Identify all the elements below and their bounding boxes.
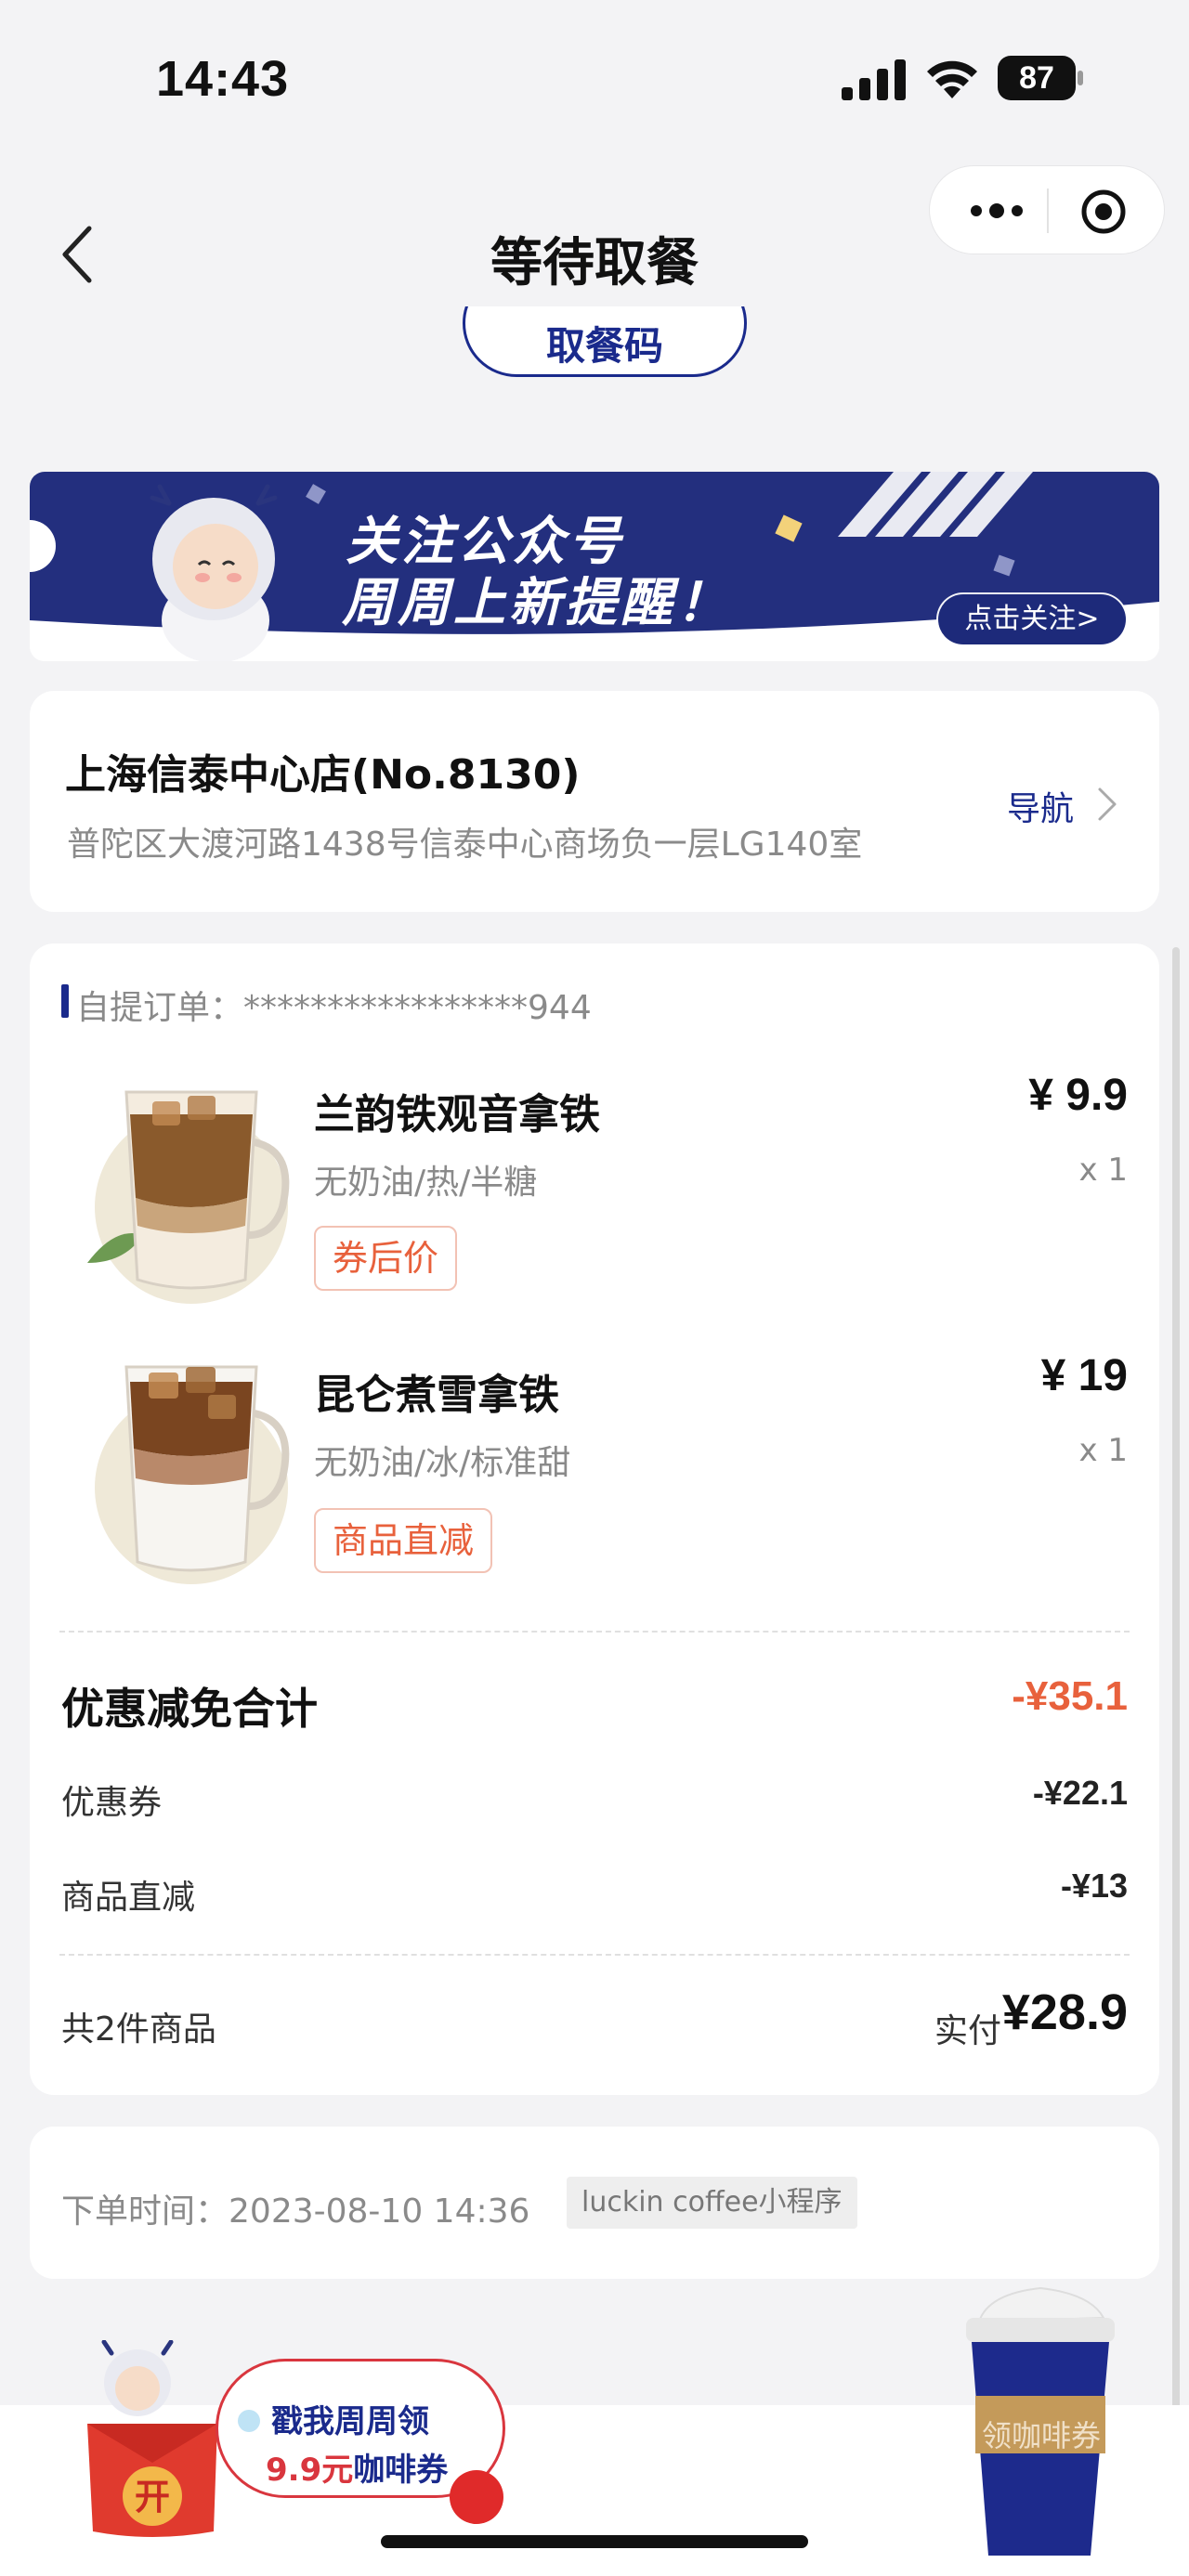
scrollbar[interactable] [1172, 947, 1180, 2433]
item-spec: 无奶油/冰/标准甜 [314, 1444, 571, 1482]
order-number: *****************944 [243, 989, 592, 1027]
divider [59, 1954, 1130, 1956]
discount-total-label: 优惠减免合计 [61, 1684, 318, 1734]
discount-label: 商品直减 [61, 1879, 196, 1917]
promo-dot [238, 2410, 260, 2432]
pickup-code-button-wrapper: 取餐码 [463, 306, 747, 381]
paid-label: 实付 [934, 2012, 1001, 2050]
paid-amount: ¥28.9 [1001, 1984, 1128, 2040]
item-count: 共2件商品 [61, 2010, 216, 2049]
item-tag: 券后价 [314, 1226, 458, 1291]
store-card [30, 691, 1159, 912]
discount-total-value: -¥35.1 [1012, 1673, 1128, 1719]
deer-mascot-icon [141, 484, 290, 661]
wifi-icon [927, 60, 977, 98]
follow-account-banner[interactable]: 关注公众号 周周上新提醒！ 点击关注> [30, 472, 1159, 661]
battery-level: 87 [1019, 60, 1054, 96]
order-source-badge: luckin coffee小程序 [567, 2177, 857, 2229]
more-icon[interactable] [967, 194, 1026, 228]
promo-headline: 戳我周周领 [271, 2403, 429, 2440]
cellular-signal-icon [842, 59, 906, 100]
promo-offer-rest: 咖啡券 [353, 2452, 449, 2489]
navigation-link[interactable]: 导航 [1007, 782, 1074, 830]
chevron-right-icon[interactable] [1096, 786, 1118, 823]
envelope-char: 开 [135, 2477, 170, 2517]
promo-offer: 9.9元咖啡券 [266, 2444, 448, 2490]
item-spec: 无奶油/热/半糖 [314, 1164, 538, 1202]
store-name: 上海信泰中心店(No.8130) [65, 751, 581, 799]
order-time-value: 2023-08-10 14:36 [229, 2192, 530, 2231]
product-image-tieguanyin-latte [87, 1090, 290, 1304]
follow-button[interactable]: 点击关注> [938, 594, 1126, 644]
battery-indicator: 87 [998, 56, 1085, 100]
item-name: 兰韵铁观音拿铁 [314, 1091, 600, 1138]
pickup-code-button[interactable]: 取餐码 [463, 306, 747, 377]
red-envelope-mascot-icon[interactable]: 开 [78, 2340, 227, 2544]
miniprogram-capsule [929, 165, 1165, 254]
store-address: 普陀区大渡河路1438号信泰中心商场负一层LG140室 [67, 826, 863, 864]
item-quantity: x 1 [1078, 1151, 1128, 1189]
coupon-label[interactable]: 领咖啡券 [964, 2413, 1118, 2455]
item-quantity: x 1 [1078, 1432, 1128, 1469]
banner-subheadline: 周周上新提醒！ [342, 573, 732, 633]
item-tag: 商品直减 [314, 1508, 493, 1573]
promo-red-dot [450, 2470, 503, 2524]
item-price: ¥ 9.9 [1028, 1071, 1128, 1120]
product-image-kunlun-latte [95, 1365, 290, 1584]
order-time-label: 下单时间： [61, 2192, 229, 2231]
discount-value: -¥13 [1060, 1867, 1128, 1905]
home-indicator [381, 2535, 808, 2548]
section-marker [61, 984, 69, 1018]
promo-amount: 9.9元 [266, 2452, 354, 2489]
divider [59, 1631, 1130, 1633]
discount-label: 优惠券 [61, 1784, 163, 1822]
order-number-row: 自提订单：*****************944 [76, 981, 592, 1029]
order-label: 自提订单： [76, 989, 244, 1027]
discount-value: -¥22.1 [1032, 1774, 1128, 1812]
close-miniprogram-icon[interactable] [1080, 189, 1127, 235]
item-price: ¥ 19 [1040, 1351, 1128, 1400]
status-time: 14:43 [156, 51, 290, 107]
order-time-row: 下单时间：2023-08-10 14:36 [61, 2184, 529, 2232]
item-name: 昆仑煮雪拿铁 [314, 1372, 559, 1419]
